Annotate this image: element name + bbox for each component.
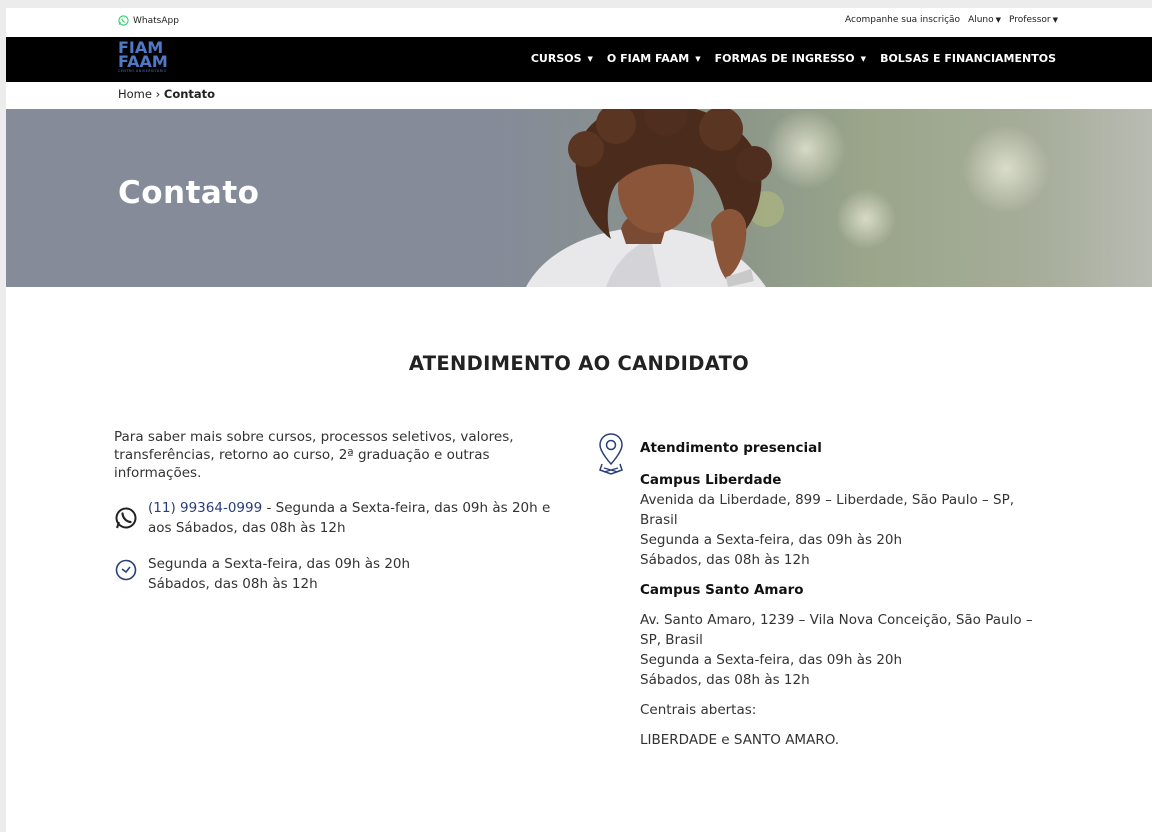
breadcrumb-current: Contato [163,87,216,101]
phone-number-link[interactable]: (11) 99364-0999 [148,500,262,516]
breadcrumb-separator: › [155,87,161,101]
fiam-faam-logo[interactable]: FIAM FAAM CENTRO UNIVERSITÁRIO [118,40,170,75]
campus-santo-amaro-name: Campus Santo Amaro [640,582,804,598]
nav-label: BOLSAS E FINANCIAMENTOS [880,52,1056,65]
campus-liberdade-address: Avenida da Liberdade, 899 – Liberdade, S… [640,492,1015,528]
hours-saturday: Sábados, das 08h às 12h [148,576,318,592]
campus-santo-amaro-address: Av. Santo Amaro, 1239 – Vila Nova Concei… [640,612,1033,648]
logo-line2: FAAM [118,52,168,71]
intro-text: Para saber mais sobre cursos, processos … [114,429,514,481]
page: WhatsApp Acompanhe sua inscrição Aluno ▼ … [6,8,1152,832]
professor-dropdown[interactable]: Professor ▼ [1009,15,1058,25]
top-utility-bar: WhatsApp Acompanhe sua inscrição Aluno ▼ … [6,8,1152,37]
hero-banner: Contato [6,109,1152,287]
clock-icon [115,559,137,581]
campus-liberdade-hours-saturday: Sábados, das 08h às 12h [640,552,810,568]
hours-text: Segunda a Sexta-feira, das 09h às 20h Sá… [148,554,410,594]
aluno-label: Aluno [968,15,994,25]
nav-label: CURSOS [530,52,582,65]
aluno-dropdown[interactable]: Aluno ▼ [968,15,1001,25]
main-menu: CURSOS ▼ O FIAM FAAM ▼ FORMAS DE INGRESSO ▼… [531,52,1056,65]
campus-santo-amaro-hours-saturday: Sábados, das 08h às 12h [640,672,810,688]
whatsapp-link[interactable]: WhatsApp [118,15,179,26]
hours-weekdays: Segunda a Sexta-feira, das 09h às 20h [148,556,411,572]
hours-info-row: Segunda a Sexta-feira, das 09h às 20h Sá… [114,554,564,594]
campus-liberdade-name: Campus Liberdade [640,472,782,488]
main-navbar: FIAM FAAM CENTRO UNIVERSITÁRIO CURSOS ▼ O… [6,37,1152,82]
nav-label: FORMAS DE INGRESSO [714,52,855,65]
open-centers-value: LIBERDADE e SANTO AMARO. [640,732,840,748]
left-contact-column: Para saber mais sobre cursos, processos … [114,428,564,594]
campus-info: Atendimento presencial Campus Liberdade … [640,438,1038,750]
nav-item-cursos[interactable]: CURSOS ▼ [531,52,593,65]
caret-down-icon: ▼ [695,54,701,63]
caret-down-icon: ▼ [995,16,1002,24]
breadcrumb: Home › Contato [6,82,1152,109]
track-enrollment-link[interactable]: Acompanhe sua inscrição [845,15,960,25]
caret-down-icon: ▼ [587,54,593,63]
right-campus-column: Atendimento presencial Campus Liberdade … [598,432,1038,750]
breadcrumb-home-link[interactable]: Home [118,87,152,101]
campus-santo-amaro-hours-weekdays: Segunda a Sexta-feira, das 09h às 20h [640,652,903,668]
whatsapp-label: WhatsApp [133,15,179,26]
caret-down-icon: ▼ [860,54,867,63]
whatsapp-icon [115,507,137,529]
location-pin-icon [599,433,623,475]
phone-text: (11) 99364-0999 - Segunda a Sexta-feira,… [148,498,564,538]
caret-down-icon: ▼ [1052,16,1058,24]
section-title: ATENDIMENTO AO CANDIDATO [408,352,750,375]
open-centers-label: Centrais abertas: [640,702,757,718]
hero-title: Contato [118,175,260,211]
campus-liberdade-hours-weekdays: Segunda a Sexta-feira, das 09h às 20h [640,532,903,548]
top-links: Acompanhe sua inscrição Aluno ▼ Professor… [845,15,1058,25]
nav-item-bolsas[interactable]: BOLSAS E FINANCIAMENTOS [880,52,1056,65]
phone-info-row: (11) 99364-0999 - Segunda a Sexta-feira,… [114,498,564,538]
presencial-heading: Atendimento presencial [640,440,822,456]
nav-item-formas-de-ingresso[interactable]: FORMAS DE INGRESSO ▼ [715,52,866,65]
nav-item-o-fiam-faam[interactable]: O FIAM FAAM ▼ [607,52,701,65]
whatsapp-icon [118,15,129,26]
nav-label: O FIAM FAAM [606,52,690,65]
logo-line3: CENTRO UNIVERSITÁRIO [118,69,167,73]
professor-label: Professor [1009,15,1051,25]
